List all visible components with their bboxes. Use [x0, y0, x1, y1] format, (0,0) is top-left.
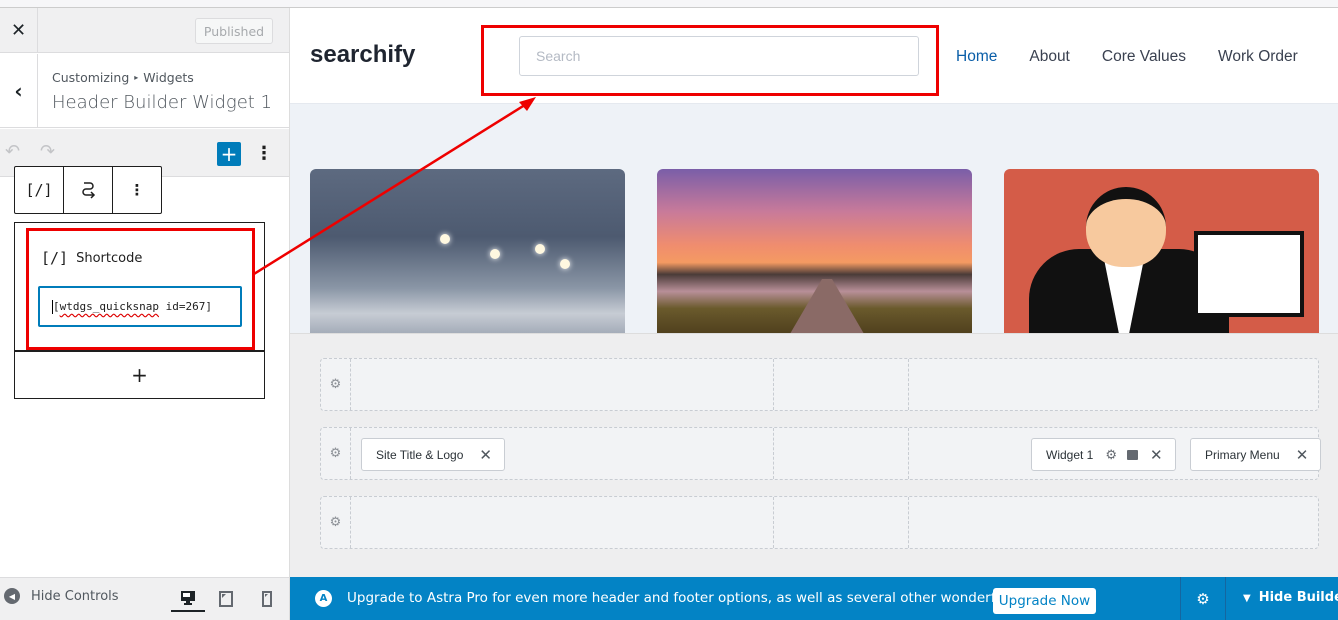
add-block-button[interactable]: +: [217, 142, 241, 166]
builder-row-above-header[interactable]: ⚙: [320, 358, 1319, 411]
published-button[interactable]: Published: [195, 18, 273, 44]
builder-chip-site-title-logo[interactable]: Site Title & Logo ✕: [361, 438, 505, 471]
gear-icon[interactable]: ⚙: [1105, 447, 1117, 463]
chip-label: Primary Menu: [1205, 447, 1280, 462]
figure-head: [1086, 187, 1166, 267]
hide-builder-button[interactable]: ▼ Hide Builder: [1243, 590, 1338, 605]
mobile-icon: [262, 591, 272, 607]
section-title: Header Builder Widget 1: [52, 92, 273, 113]
panel-footer: ◀ Hide Controls: [0, 577, 289, 620]
breadcrumb-item: Widgets: [143, 70, 194, 85]
upgrade-now-button[interactable]: Upgrade Now: [993, 588, 1096, 614]
block-options-button[interactable]: ⋮: [113, 167, 161, 213]
blank-board: [1194, 231, 1304, 317]
builder-settings-gear-icon[interactable]: ⚙: [1180, 577, 1226, 620]
collapse-arrow-icon: ◀: [4, 588, 20, 604]
builder-row-primary-header[interactable]: ⚙ Site Title & Logo ✕ Widget 1 ⚙ ✕ Prima…: [320, 427, 1322, 480]
transform-arrow-icon: [82, 182, 96, 199]
breadcrumb: Customizing ▸ Widgets: [52, 70, 194, 85]
chip-label: Widget 1: [1046, 447, 1094, 462]
remove-icon[interactable]: ✕: [1150, 446, 1163, 464]
preview-mobile-button[interactable]: [255, 586, 279, 612]
undo-icon[interactable]: ↶: [5, 141, 20, 162]
block-toolbar: [/] ⋮: [14, 166, 162, 214]
column-divider: [773, 428, 774, 479]
chip-label: Site Title & Logo: [376, 447, 464, 462]
customizer-panel: ✕ Published ‹ Customizing ▸ Widgets Header…: [0, 8, 290, 620]
preview-desktop-button[interactable]: [171, 586, 205, 612]
more-options-button[interactable]: ⋮: [255, 140, 273, 166]
tablet-icon: [219, 591, 233, 607]
upgrade-message: Upgrade to Astra Pro for even more heade…: [347, 590, 1074, 606]
transform-icon[interactable]: [64, 167, 113, 213]
upgrade-bar: A Upgrade to Astra Pro for even more hea…: [290, 577, 1338, 620]
shortcode-label-text: Shortcode: [76, 250, 143, 266]
column-divider: [908, 497, 909, 548]
column-divider: [773, 359, 774, 410]
hide-builder-label: Hide Builder: [1258, 590, 1338, 605]
shortcode-value-rest: id=267]: [158, 300, 212, 313]
close-customizer-button[interactable]: ✕: [0, 8, 38, 53]
shortcode-label: [/] Shortcode: [41, 249, 142, 267]
row-settings-gear-icon[interactable]: ⚙: [321, 428, 351, 479]
builder-row-below-header[interactable]: ⚙: [320, 496, 1319, 549]
shortcode-input[interactable]: [wtdgs_quicksnap id=267]: [38, 286, 242, 327]
site-header: searchify Search Home About Core Values …: [290, 8, 1338, 104]
remove-icon[interactable]: ✕: [479, 446, 492, 464]
breadcrumb-separator-icon: ▸: [134, 73, 139, 82]
primary-menu: Home About Core Values Work Order: [956, 48, 1298, 66]
reorder-icon[interactable]: [1127, 449, 1139, 460]
back-button[interactable]: ‹: [0, 54, 38, 128]
section-header: ‹ Customizing ▸ Widgets Header Builder Wid…: [0, 54, 289, 128]
site-title[interactable]: searchify: [310, 41, 415, 69]
shortcode-value-misspelled: wtdgs_quicksnap: [59, 300, 159, 313]
search-input[interactable]: Search: [519, 36, 919, 76]
preview-tablet-button[interactable]: [214, 586, 238, 612]
street-light: [560, 259, 570, 269]
row-settings-gear-icon[interactable]: ⚙: [321, 497, 351, 548]
post-image-sunset-road[interactable]: [657, 169, 972, 339]
header-builder: ⚙ ⚙ Site Title & Logo ✕ Widget 1 ⚙ ✕ Pri…: [290, 333, 1338, 577]
remove-icon[interactable]: ✕: [1296, 446, 1309, 464]
desktop-icon: [181, 591, 195, 605]
street-light: [490, 249, 500, 259]
nav-item-work-order[interactable]: Work Order: [1218, 48, 1298, 66]
shortcode-icon: [/]: [41, 249, 69, 267]
browser-top-strip: [0, 0, 1338, 8]
shortcode-value-prefix: [: [53, 300, 60, 313]
shortcode-type-icon[interactable]: [/]: [15, 167, 64, 213]
astra-logo-icon: A: [315, 590, 332, 607]
street-light: [440, 234, 450, 244]
chevron-down-icon: ▼: [1243, 593, 1251, 604]
nav-item-home[interactable]: Home: [956, 48, 997, 66]
row-settings-gear-icon[interactable]: ⚙: [321, 359, 351, 410]
nav-item-about[interactable]: About: [1029, 48, 1070, 66]
builder-chip-widget-1[interactable]: Widget 1 ⚙ ✕: [1031, 438, 1176, 471]
post-image-snowy-street[interactable]: [310, 169, 625, 339]
column-divider: [908, 428, 909, 479]
panel-header: ✕ Published: [0, 8, 289, 53]
hide-controls-button[interactable]: ◀ Hide Controls: [4, 588, 119, 604]
post-image-businesswoman[interactable]: [1004, 169, 1319, 339]
builder-chip-primary-menu[interactable]: Primary Menu ✕: [1190, 438, 1322, 471]
column-divider: [908, 359, 909, 410]
street-light: [535, 244, 545, 254]
add-block-below-button[interactable]: +: [14, 351, 265, 399]
redo-icon[interactable]: ↷: [40, 141, 55, 162]
breadcrumb-item: Customizing: [52, 70, 130, 85]
hide-controls-label: Hide Controls: [31, 588, 119, 604]
nav-item-core-values[interactable]: Core Values: [1102, 48, 1186, 66]
column-divider: [773, 497, 774, 548]
shortcode-block[interactable]: [/] Shortcode [wtdgs_quicksnap id=267]: [14, 222, 265, 351]
road-shape: [787, 279, 867, 339]
